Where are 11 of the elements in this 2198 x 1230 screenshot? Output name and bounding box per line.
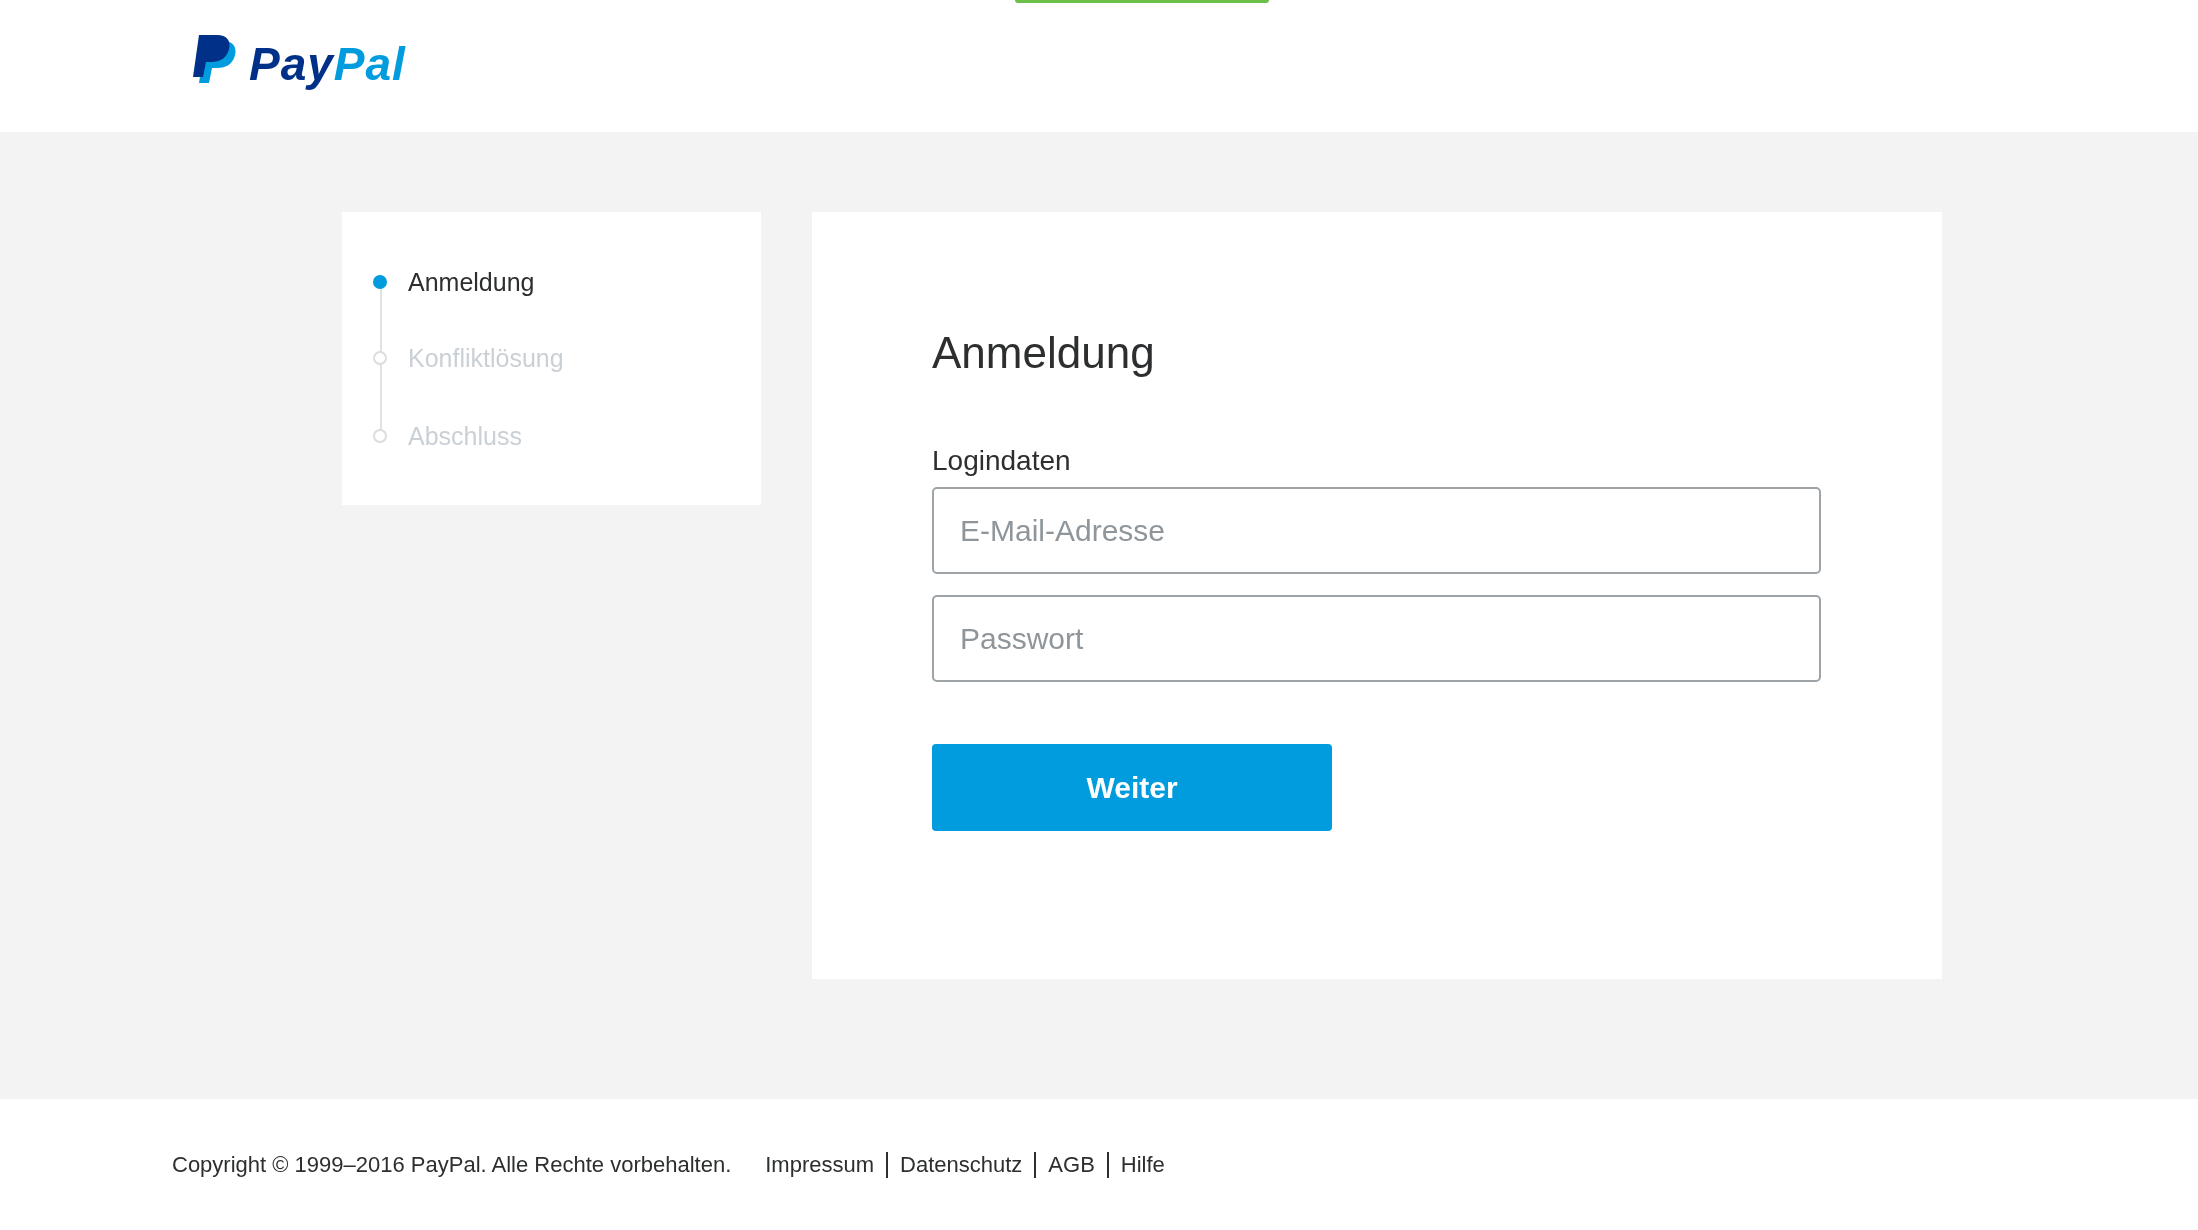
field-label: Logindaten xyxy=(932,445,1071,478)
copyright-text: Copyright © 1999–2016 PayPal. Alle Rechte vorbehalten. xyxy=(172,1151,732,1178)
footer-link[interactable]: Datenschutz xyxy=(886,1151,1035,1178)
footer-link[interactable]: Impressum xyxy=(753,1151,887,1178)
input-field[interactable]: E-Mail-Adresse xyxy=(932,487,1821,575)
page-heading: Anmeldung xyxy=(932,329,1155,378)
footer-link[interactable]: AGB xyxy=(1034,1151,1107,1178)
step-label: Anmeldung xyxy=(408,267,535,297)
footer-link[interactable]: Hilfe xyxy=(1106,1151,1177,1178)
input-field[interactable]: Passwort xyxy=(932,595,1821,683)
logo-wordmark: PayPal xyxy=(249,41,406,89)
